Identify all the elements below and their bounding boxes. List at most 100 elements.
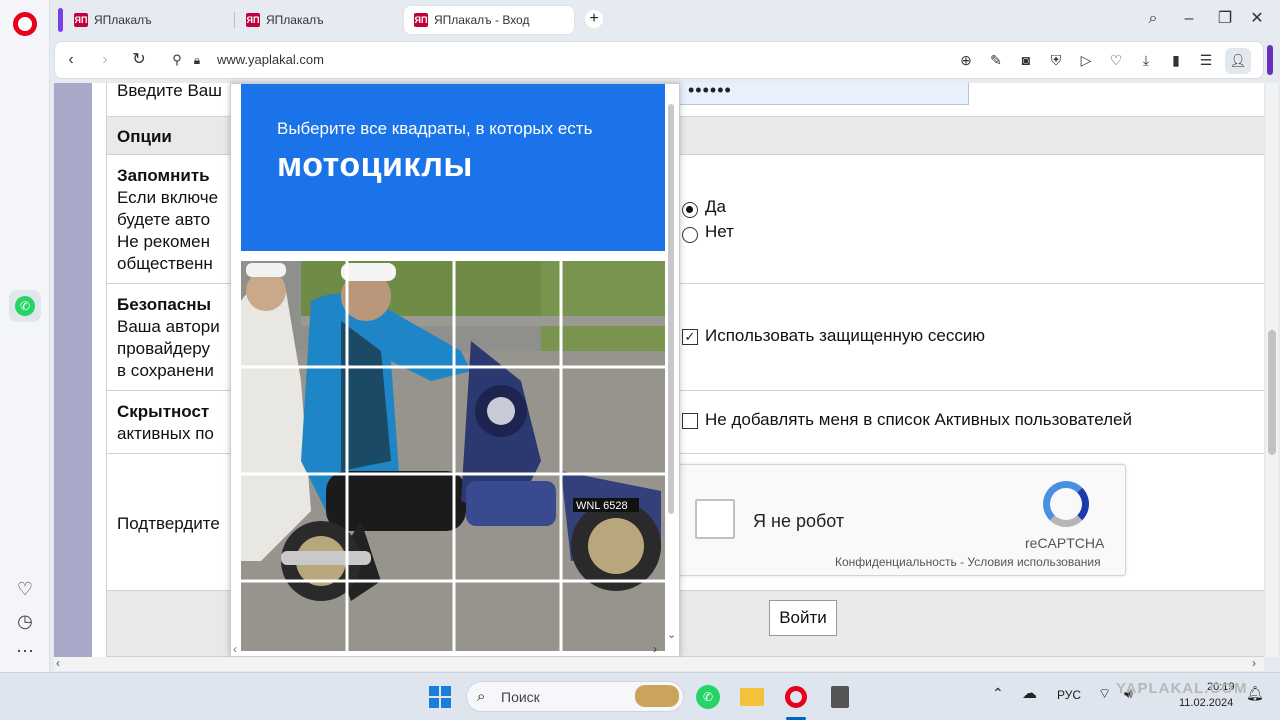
tab-separator	[234, 12, 235, 28]
captcha-tile[interactable]	[561, 261, 665, 367]
tab-yaplakal-1[interactable]: ЯП ЯПлакалъ	[64, 6, 234, 34]
password-label: Введите Ваш	[117, 83, 222, 100]
captcha-tile[interactable]	[347, 367, 453, 473]
captcha-tile[interactable]	[241, 474, 347, 580]
tab-yaplakal-2[interactable]: ЯП ЯПлакалъ	[236, 6, 406, 34]
download-icon[interactable]: ⤓	[1135, 50, 1157, 70]
history-clock-icon[interactable]: ◷	[12, 610, 38, 632]
heart-icon[interactable]: ♡	[12, 578, 38, 600]
captcha-tile[interactable]	[347, 581, 453, 651]
search-highlight-icon	[635, 685, 679, 707]
windows-taskbar: ⌕ Поиск ✆ ⌃ ☁ РУС ⌔ 🔊︎ 20:19 11.02.2024 …	[0, 672, 1280, 720]
search-placeholder: Поиск	[501, 689, 540, 705]
more-icon[interactable]: ⋯	[12, 640, 38, 662]
terms-link[interactable]: Условия использования	[967, 555, 1100, 569]
adblock-shield-icon[interactable]: ⛨	[1045, 50, 1067, 70]
secure-session-label[interactable]: Использовать защищенную сессию	[705, 326, 985, 346]
yaplakal-favicon-icon: ЯП	[246, 13, 260, 27]
secure-session-checkbox[interactable]: ✓	[682, 329, 698, 345]
close-window-button[interactable]: ✕	[1244, 8, 1270, 30]
hscroll-left-icon[interactable]: ‹	[56, 656, 60, 670]
camera-icon[interactable]: ◙	[1015, 50, 1037, 70]
remember-desc-line: общественн	[117, 254, 213, 273]
captcha-challenge-popup: Выберите все квадраты, в которых есть мо…	[230, 83, 680, 657]
opera-logo-icon[interactable]	[13, 12, 37, 36]
secure-desc-line: провайдеру	[117, 339, 211, 358]
tab-yaplakal-login[interactable]: ЯП ЯПлакалъ - Вход	[404, 6, 574, 34]
captcha-tile[interactable]	[561, 367, 665, 473]
language-indicator[interactable]: РУС	[1057, 688, 1081, 702]
remember-no-label[interactable]: Нет	[705, 222, 734, 242]
captcha-scroll-right-icon[interactable]: ›	[653, 642, 657, 656]
captcha-target-word: мотоциклы	[277, 146, 473, 184]
terms-separator: -	[956, 555, 968, 569]
windows-start-icon[interactable]	[424, 681, 456, 713]
play-icon[interactable]: ▷	[1075, 50, 1097, 70]
tray-overflow-icon[interactable]: ⌃	[992, 685, 1004, 702]
remember-yes-label[interactable]: Да	[705, 197, 726, 217]
forward-button[interactable]: ›	[95, 50, 115, 70]
clock-date[interactable]: 11.02.2024	[1179, 697, 1233, 709]
secure-desc-line: Ваша автори	[117, 317, 220, 336]
back-button[interactable]: ‹	[61, 50, 81, 70]
login-button[interactable]: Войти	[769, 600, 837, 636]
profile-avatar-icon[interactable]: 👤︎	[1225, 48, 1251, 74]
whatsapp-sidebar-button[interactable]: ✆	[9, 290, 41, 322]
page-horizontal-scrollbar[interactable]	[54, 657, 1264, 671]
battery-icon[interactable]: ▮	[1165, 50, 1187, 70]
tab-search-icon[interactable]: ⌕	[1140, 8, 1166, 30]
remember-no-radio[interactable]	[682, 227, 698, 243]
tab-title: ЯПлакалъ	[266, 13, 324, 27]
captcha-tile[interactable]	[454, 581, 560, 651]
minimize-button[interactable]: –	[1176, 8, 1202, 30]
edit-icon[interactable]: ✎	[985, 50, 1007, 70]
opera-taskbar-icon[interactable]	[780, 681, 812, 713]
captcha-image-grid: WNL 6528	[241, 261, 665, 651]
new-tab-button[interactable]: +	[585, 10, 603, 28]
password-field[interactable]: ••••••	[679, 83, 969, 105]
tab-title: ЯПлакалъ - Вход	[434, 13, 530, 27]
zoom-icon[interactable]: ⊕	[955, 50, 977, 70]
hscroll-right-icon[interactable]: ›	[1252, 656, 1256, 670]
whatsapp-taskbar-icon[interactable]: ✆	[692, 681, 724, 713]
recaptcha-logo-icon	[1043, 481, 1089, 527]
hidden-mode-label[interactable]: Не добавлять меня в список Активных поль…	[705, 410, 1132, 430]
favorite-heart-icon[interactable]: ♡	[1105, 50, 1127, 70]
page-left-band	[54, 83, 92, 657]
captcha-tile[interactable]	[561, 581, 665, 651]
url-text[interactable]: www.yaplakal.com	[217, 52, 324, 67]
recaptcha-widget: Я не робот reCAPTCHA Конфиденциальность …	[628, 464, 1126, 576]
captcha-tile[interactable]	[454, 474, 560, 580]
captcha-scroll-left-icon[interactable]: ‹	[233, 642, 237, 656]
captcha-tile[interactable]	[561, 474, 665, 580]
page-scroll-thumb[interactable]	[1268, 330, 1276, 455]
hidden-mode-checkbox[interactable]	[682, 413, 698, 429]
notification-icon[interactable]: 🔔︎	[1246, 685, 1264, 702]
captcha-scrollbar[interactable]	[668, 104, 674, 514]
recaptcha-checkbox[interactable]	[695, 499, 735, 539]
onedrive-cloud-icon[interactable]: ☁	[1022, 684, 1037, 702]
wifi-icon[interactable]: ⌔	[1098, 685, 1111, 703]
lock-icon[interactable]: 🔒︎	[187, 50, 207, 70]
file-explorer-icon[interactable]	[736, 681, 768, 713]
maximize-button[interactable]: ❐	[1212, 8, 1238, 30]
privacy-link[interactable]: Конфиденциальность	[835, 555, 957, 569]
remember-yes-radio[interactable]	[682, 202, 698, 218]
site-info-icon[interactable]: ⚲	[167, 50, 187, 70]
recaptcha-terms: Конфиденциальность - Условия использован…	[835, 555, 1101, 569]
captcha-tile[interactable]	[241, 367, 347, 473]
taskbar-search-box[interactable]: ⌕ Поиск	[466, 681, 684, 712]
easy-setup-icon[interactable]: ☰	[1195, 50, 1217, 70]
recaptcha-brand: reCAPTCHA	[1025, 535, 1105, 551]
captcha-tile[interactable]	[454, 261, 560, 367]
captcha-tile[interactable]	[454, 367, 560, 473]
tab-title: ЯПлакалъ	[94, 13, 152, 27]
calculator-icon[interactable]	[824, 681, 856, 713]
reload-button[interactable]: ↻	[129, 50, 149, 70]
captcha-scroll-down-icon[interactable]: ⌄	[667, 628, 676, 641]
remember-title: Запомнить	[117, 166, 210, 185]
captcha-tile[interactable]	[241, 581, 347, 651]
captcha-tile[interactable]	[347, 261, 453, 367]
captcha-tile[interactable]	[347, 474, 453, 580]
captcha-tile[interactable]	[241, 261, 347, 367]
